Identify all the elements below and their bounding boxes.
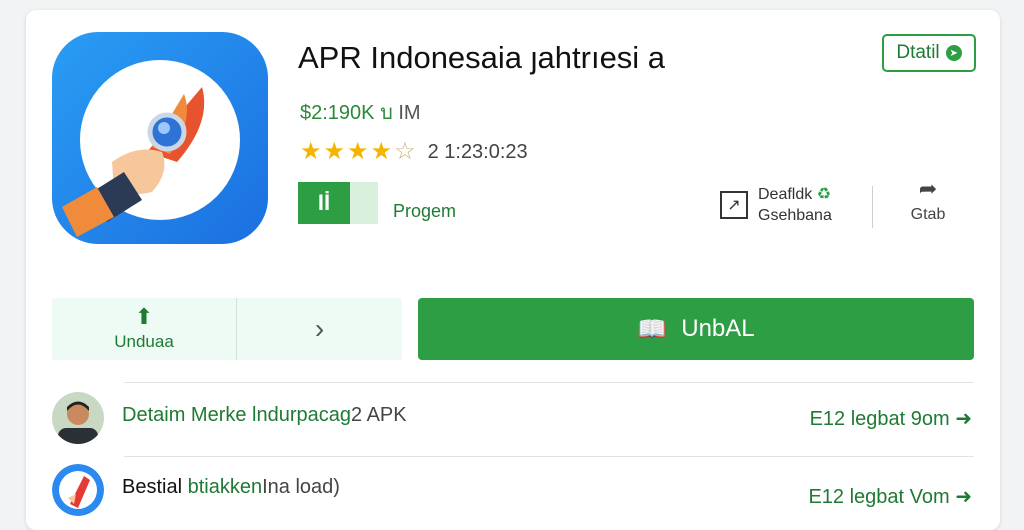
price-unit: IM [398,102,421,124]
more-button[interactable]: › [237,298,402,360]
list-item-title-sub: Ina load) [262,476,340,498]
app-icon[interactable] [52,32,268,244]
star-half-icon: ☆ [394,138,416,165]
list-item-title: Bestial btiakkenIna load) [122,476,340,499]
check-arrow-icon: ➜ [955,408,972,430]
badge-accent [350,182,378,224]
list-item[interactable]: Detaim Merkе lndurpacag2 APK E12 legbat … [52,392,974,446]
list-item-title-main: Detaim Merkе lndurpacag [122,404,351,426]
divider [124,382,974,383]
share-label: Gtab [910,206,946,223]
price-value: $2:190K บ [300,102,393,124]
check-arrow-icon: ➜ [955,486,972,508]
list-item-title-mid: btiakken [187,476,263,498]
list-item-meta: E12 legbat Vom ➜ [808,484,972,509]
badge-label: Iİ [298,182,350,224]
star-icon: ★ [370,138,393,165]
list-item[interactable]: Bestial btiakkenIna load) E12 legbat Vom… [52,464,974,518]
divider [124,456,974,457]
detail-button-label: Dtatil [896,42,940,63]
app-avatar [52,464,104,516]
share-arrow-icon: ➦ [918,176,938,201]
divider [872,186,873,228]
program-label: Progem [393,201,457,221]
meta-line2: Gsehbana [758,207,832,224]
secondary-download-label: Unduaa [114,332,174,351]
list-item-title-sub: 2 APK [351,404,407,426]
meta-line1: Deafldk [758,186,813,203]
category-badge: Iİ [298,182,378,224]
list-item-meta-text: E12 legbat 9om [809,408,950,430]
list-item-title: Detaim Merkе lndurpacag2 APK [122,404,407,427]
download-icon: ⬆ [134,304,154,329]
arrow-circle-icon: ➤ [945,45,962,61]
secondary-download-button[interactable]: ⬆ Unduaa [52,298,236,360]
rating: ★ ★ ★ ★ ☆ 2 1:23:0:23 [300,140,528,164]
book-icon: 📖 [637,315,668,343]
meta-info[interactable]: ↗ Deafldk ♻ Gsehbana [720,184,832,226]
list-item-meta-text: E12 legbat Vom [808,486,950,508]
secondary-download-group: ⬆ Unduaa › [52,298,402,360]
install-button[interactable]: 📖 UnbAL [418,298,974,360]
share-button[interactable]: ➦ Gtab [906,178,950,224]
star-icon: ★ [347,138,369,165]
list-item-title-main: Bestial [122,476,183,498]
rating-count: 2 1:23:0:23 [427,140,528,163]
rocket-icon [62,60,240,237]
expand-icon: ↗ [720,191,748,219]
detail-button[interactable]: Dtatil ➤ [882,34,976,72]
star-icon: ★ [300,138,322,165]
recycle-icon: ♻ [816,186,832,203]
star-icon: ★ [323,138,346,165]
list-item-meta: E12 legbat 9om ➜ [810,406,972,431]
install-button-label: UnbAL [681,315,755,342]
app-title: APR Indonesaia ȷahtrıesi a [298,40,666,75]
person-avatar [52,392,104,444]
price: $2:190K บ IM [300,96,421,128]
chevron-right-icon: › [314,313,325,344]
